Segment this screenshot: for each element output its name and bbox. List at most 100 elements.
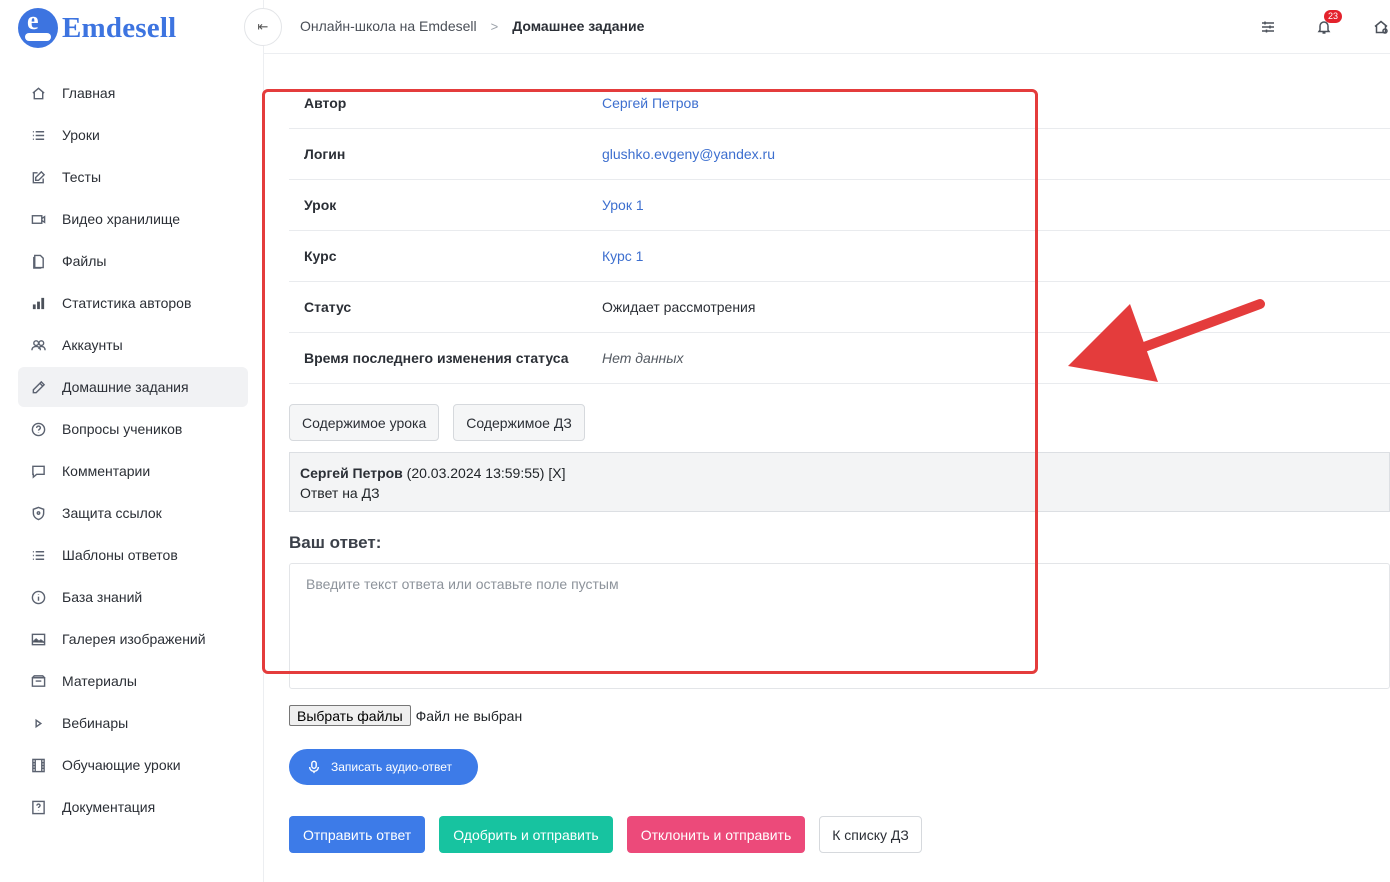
message-author: Сергей Петров	[300, 465, 403, 481]
users-icon	[30, 337, 46, 353]
sidebar-item-label: Вебинары	[62, 715, 129, 731]
bar-chart-icon	[30, 295, 46, 311]
sidebar-item-image-gallery[interactable]: Галерея изображений	[18, 619, 248, 659]
sidebar-item-files[interactable]: Файлы	[18, 241, 248, 281]
author-label: Автор	[304, 95, 347, 111]
table-row: Время последнего изменения статуса Нет д…	[289, 333, 1390, 384]
collapse-sidebar-button[interactable]: ⇤	[244, 8, 282, 46]
shield-icon	[30, 505, 46, 521]
sidebar-item-webinars[interactable]: Вебинары	[18, 703, 248, 743]
table-row: Статус Ожидает рассмотрения	[289, 282, 1390, 333]
table-row: Логин glushko.evgeny@yandex.ru	[289, 129, 1390, 180]
login-label: Логин	[304, 146, 346, 162]
sidebar-item-label: Видео хранилище	[62, 211, 181, 227]
reject-send-button[interactable]: Отклонить и отправить	[626, 816, 806, 853]
file-icon	[30, 253, 46, 269]
table-row: Автор Сергей Петров	[289, 78, 1390, 129]
sidebar-nav: Главная Уроки Тесты Видео хранилище Файл…	[18, 73, 248, 829]
sidebar-item-label: Главная	[62, 85, 116, 101]
answer-title: Ваш ответ:	[289, 533, 382, 552]
content-buttons: Содержимое урока Содержимое ДЗ	[289, 404, 599, 441]
lesson-link[interactable]: Урок 1	[602, 197, 644, 213]
sidebar-item-student-questions[interactable]: Вопросы учеников	[18, 409, 248, 449]
message-text: Ответ на ДЗ	[300, 485, 380, 501]
pencil-icon	[30, 379, 46, 395]
approve-send-button[interactable]: Одобрить и отправить	[439, 816, 613, 853]
sidebar-item-materials[interactable]: Материалы	[18, 661, 248, 701]
status-changed-label: Время последнего изменения статуса	[304, 350, 569, 366]
edit-icon	[30, 169, 46, 185]
homework-content-button[interactable]: Содержимое ДЗ	[453, 404, 585, 441]
sidebar-item-accounts[interactable]: Аккаунты	[18, 325, 248, 365]
sidebar-item-documentation[interactable]: Документация	[18, 787, 248, 827]
sidebar-item-label: Статистика авторов	[62, 295, 192, 311]
sidebar-item-comments[interactable]: Комментарии	[18, 451, 248, 491]
breadcrumb: Онлайн-школа на Emdesell > Домашнее зада…	[300, 18, 644, 34]
course-label: Курс	[304, 248, 337, 264]
settings-sliders-icon[interactable]	[1258, 17, 1278, 37]
back-to-list-button[interactable]: К списку ДЗ	[819, 816, 922, 853]
sidebar-item-reply-templates[interactable]: Шаблоны ответов	[18, 535, 248, 575]
message-meta: (20.03.2024 13:59:55) [X]	[402, 465, 566, 481]
sidebar-item-label: Тесты	[62, 169, 102, 185]
record-audio-button[interactable]: Записать аудио-ответ	[289, 749, 478, 785]
help-circle-icon	[30, 421, 46, 437]
lesson-label: Урок	[304, 197, 337, 213]
list-icon	[30, 127, 46, 143]
lesson-content-button[interactable]: Содержимое урока	[289, 404, 440, 441]
sidebar: e Emdesell Главная Уроки Тесты Видео хра…	[0, 0, 264, 882]
choose-files-button[interactable]: Выбрать файлы	[289, 705, 411, 726]
login-link[interactable]: glushko.evgeny@yandex.ru	[602, 146, 775, 162]
sidebar-item-author-stats[interactable]: Статистика авторов	[18, 283, 248, 323]
film-icon	[30, 757, 46, 773]
logo-icon: e	[18, 6, 58, 48]
sidebar-item-tutorial-lessons[interactable]: Обучающие уроки	[18, 745, 248, 785]
answer-placeholder: Введите текст ответа или оставьте поле п…	[306, 576, 619, 592]
sidebar-item-label: Файлы	[62, 253, 107, 269]
sidebar-item-tests[interactable]: Тесты	[18, 157, 248, 197]
sidebar-item-label: Обучающие уроки	[62, 757, 181, 773]
sidebar-item-home[interactable]: Главная	[18, 73, 248, 113]
notification-badge: 23	[1324, 10, 1343, 23]
sidebar-item-video[interactable]: Видео хранилище	[18, 199, 248, 239]
sidebar-item-label: Домашние задания	[62, 379, 189, 395]
folder-icon	[30, 673, 46, 689]
sidebar-item-label: База знаний	[62, 589, 143, 605]
sidebar-item-lessons[interactable]: Уроки	[18, 115, 248, 155]
play-icon	[30, 715, 46, 731]
sidebar-item-label: Защита ссылок	[62, 505, 162, 521]
info-icon	[30, 589, 46, 605]
details-table: Автор Сергей Петров Логин glushko.evgeny…	[289, 78, 1390, 384]
question-box-icon	[30, 799, 46, 815]
brand-logo[interactable]: e Emdesell	[18, 6, 177, 48]
sidebar-item-knowledge-base[interactable]: База знаний	[18, 577, 248, 617]
course-link[interactable]: Курс 1	[602, 248, 643, 264]
file-upload: Выбрать файлы Файл не выбран	[289, 705, 522, 726]
sidebar-item-label: Шаблоны ответов	[62, 547, 178, 563]
status-value: Ожидает рассмотрения	[602, 299, 756, 315]
status-changed-value: Нет данных	[602, 350, 684, 366]
action-buttons: Отправить ответ Одобрить и отправить Отк…	[289, 816, 936, 853]
sidebar-item-homework[interactable]: Домашние задания	[18, 367, 248, 407]
breadcrumb-current: Домашнее задание	[512, 18, 645, 34]
sidebar-item-label: Документация	[62, 799, 156, 815]
comment-icon	[30, 463, 46, 479]
answer-textarea[interactable]: Введите текст ответа или оставьте поле п…	[289, 563, 1390, 689]
home-icon	[30, 85, 46, 101]
chevron-right-icon: >	[490, 18, 499, 34]
home-settings-icon[interactable]	[1371, 17, 1390, 37]
list-icon	[30, 547, 46, 563]
microphone-icon	[308, 760, 320, 774]
collapse-left-icon: ⇤	[257, 19, 269, 34]
send-answer-button[interactable]: Отправить ответ	[289, 816, 426, 853]
author-link[interactable]: Сергей Петров	[602, 95, 699, 111]
breadcrumb-parent[interactable]: Онлайн-школа на Emdesell	[300, 18, 477, 34]
record-audio-label: Записать аудио-ответ	[331, 760, 453, 774]
image-icon	[30, 631, 46, 647]
file-status: Файл не выбран	[415, 707, 523, 724]
brand-name: Emdesell	[62, 11, 177, 44]
video-icon	[30, 211, 46, 227]
sidebar-item-link-protection[interactable]: Защита ссылок	[18, 493, 248, 533]
table-row: Курс Курс 1	[289, 231, 1390, 282]
bell-icon[interactable]: 23	[1314, 10, 1343, 37]
